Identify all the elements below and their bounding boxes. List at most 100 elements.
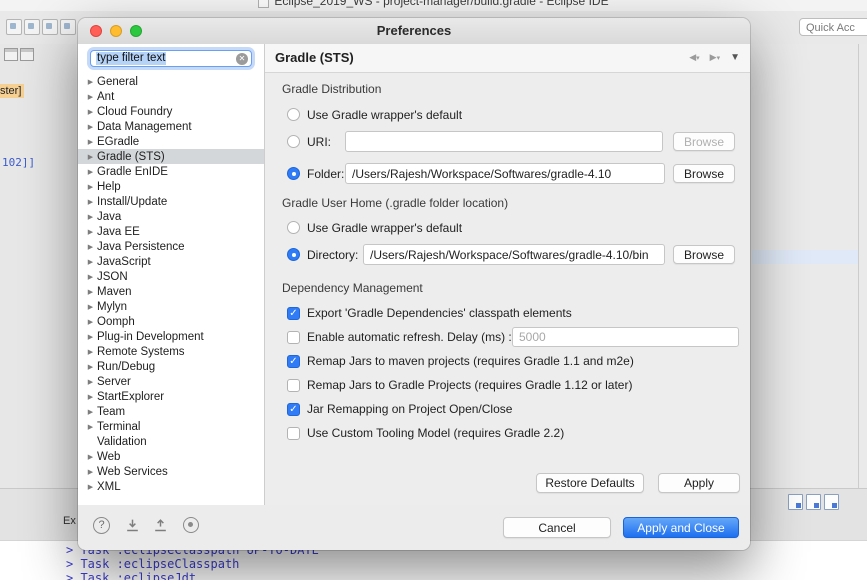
- tree-item-team[interactable]: ▶ Team: [78, 404, 264, 419]
- home-wrapper-default-radio[interactable]: [287, 221, 300, 234]
- expand-arrow-icon[interactable]: ▶: [85, 348, 96, 356]
- expand-arrow-icon[interactable]: ▶: [85, 333, 96, 341]
- checkbox[interactable]: [287, 378, 300, 392]
- tree-item-validation[interactable]: Validation: [78, 434, 264, 449]
- expand-arrow-icon[interactable]: ▶: [85, 468, 96, 476]
- maximize-view-icon[interactable]: [20, 48, 34, 61]
- tree-item-cloud-foundry[interactable]: ▶ Cloud Foundry: [78, 104, 264, 119]
- uri-radio[interactable]: [287, 135, 300, 148]
- checkbox[interactable]: [287, 330, 300, 344]
- tree-item-javascript[interactable]: ▶ JavaScript: [78, 254, 264, 269]
- filter-input[interactable]: type filter text ✕: [90, 50, 252, 67]
- preference-recorder-icon[interactable]: [183, 517, 199, 533]
- quick-access-box[interactable]: Quick Acc: [799, 18, 867, 36]
- tree-item-xml[interactable]: ▶ XML: [78, 479, 264, 494]
- expand-arrow-icon[interactable]: ▶: [85, 363, 96, 371]
- console-action-icon-3[interactable]: [824, 494, 839, 510]
- minimize-view-icon[interactable]: [4, 48, 18, 61]
- tree-item-java[interactable]: ▶ Java: [78, 209, 264, 224]
- back-arrow-icon[interactable]: ◀▾: [689, 52, 699, 64]
- checkbox[interactable]: ✓: [287, 402, 300, 416]
- apply-button[interactable]: Apply: [658, 473, 740, 493]
- tree-item-server[interactable]: ▶ Server: [78, 374, 264, 389]
- console-action-icon-2[interactable]: [806, 494, 821, 510]
- console-action-icon-1[interactable]: [788, 494, 803, 510]
- view-menu-icon[interactable]: ▼: [730, 53, 740, 63]
- tree-item-install-update[interactable]: ▶ Install/Update: [78, 194, 264, 209]
- dialog-titlebar[interactable]: Preferences: [78, 18, 750, 45]
- tree-item-web-services[interactable]: ▶ Web Services: [78, 464, 264, 479]
- cancel-button[interactable]: Cancel: [503, 517, 611, 538]
- preferences-sidebar: type filter text ✕ ▶ General ▶ Ant ▶ Cloud Fo…: [78, 44, 265, 505]
- directory-radio[interactable]: [287, 248, 300, 261]
- expand-arrow-icon[interactable]: ▶: [85, 453, 96, 461]
- expand-arrow-icon[interactable]: ▶: [85, 288, 96, 296]
- toolbar-icon[interactable]: [60, 19, 76, 35]
- tree-item-web[interactable]: ▶ Web: [78, 449, 264, 464]
- tree-item-general[interactable]: ▶ General: [78, 74, 264, 89]
- tree-item-mylyn[interactable]: ▶ Mylyn: [78, 299, 264, 314]
- checkbox[interactable]: ✓: [287, 354, 300, 368]
- tree-item-data-management[interactable]: ▶ Data Management: [78, 119, 264, 134]
- tree-item-java-persistence[interactable]: ▶ Java Persistence: [78, 239, 264, 254]
- expand-arrow-icon[interactable]: ▶: [85, 198, 96, 206]
- tree-item-egradle[interactable]: ▶ EGradle: [78, 134, 264, 149]
- clear-filter-icon[interactable]: ✕: [236, 53, 248, 65]
- expand-arrow-icon[interactable]: ▶: [85, 243, 96, 251]
- tree-item-help[interactable]: ▶ Help: [78, 179, 264, 194]
- refresh-delay-input[interactable]: [512, 327, 739, 347]
- toolbar-icon[interactable]: [42, 19, 58, 35]
- forward-arrow-icon[interactable]: ▶▾: [710, 52, 720, 64]
- toolbar-icon[interactable]: [6, 19, 22, 35]
- tree-item-startexplorer[interactable]: ▶ StartExplorer: [78, 389, 264, 404]
- expand-arrow-icon[interactable]: ▶: [85, 483, 96, 491]
- directory-input[interactable]: [363, 244, 665, 265]
- folder-browse-button[interactable]: Browse: [673, 164, 735, 183]
- expand-arrow-icon[interactable]: ▶: [85, 273, 96, 281]
- uri-input[interactable]: [345, 131, 663, 152]
- tree-item-gradle-sts[interactable]: ▶ Gradle (STS): [78, 149, 264, 164]
- checkbox[interactable]: ✓: [287, 306, 300, 320]
- tree-item-oomph[interactable]: ▶ Oomph: [78, 314, 264, 329]
- tree-item-json[interactable]: ▶ JSON: [78, 269, 264, 284]
- project-explorer-fragment[interactable]: ster]: [0, 84, 24, 98]
- uri-browse-button[interactable]: Browse: [673, 132, 735, 151]
- directory-browse-button[interactable]: Browse: [673, 245, 735, 264]
- tree-item-ant[interactable]: ▶ Ant: [78, 89, 264, 104]
- tree-item-run-debug[interactable]: ▶ Run/Debug: [78, 359, 264, 374]
- apply-and-close-button[interactable]: Apply and Close: [623, 517, 739, 538]
- expand-arrow-icon[interactable]: ▶: [85, 213, 96, 221]
- tree-item-remote-systems[interactable]: ▶ Remote Systems: [78, 344, 264, 359]
- expand-arrow-icon[interactable]: ▶: [85, 303, 96, 311]
- expand-arrow-icon[interactable]: ▶: [85, 423, 96, 431]
- expand-arrow-icon[interactable]: ▶: [85, 393, 96, 401]
- expand-arrow-icon[interactable]: ▶: [85, 183, 96, 191]
- expand-arrow-icon[interactable]: ▶: [85, 123, 96, 131]
- tree-item-java-ee[interactable]: ▶ Java EE: [78, 224, 264, 239]
- toolbar-icon[interactable]: [24, 19, 40, 35]
- expand-arrow-icon[interactable]: ▶: [85, 168, 96, 176]
- wrapper-default-radio[interactable]: [287, 108, 300, 121]
- expand-arrow-icon[interactable]: ▶: [85, 258, 96, 266]
- export-preferences-icon[interactable]: [152, 517, 169, 534]
- expand-arrow-icon[interactable]: ▶: [85, 408, 96, 416]
- expand-arrow-icon[interactable]: ▶: [85, 93, 96, 101]
- tree-item-terminal[interactable]: ▶ Terminal: [78, 419, 264, 434]
- expand-arrow-icon[interactable]: ▶: [85, 228, 96, 236]
- tree-item-plug-in-development[interactable]: ▶ Plug-in Development: [78, 329, 264, 344]
- folder-radio[interactable]: [287, 167, 300, 180]
- expand-arrow-icon[interactable]: ▶: [85, 153, 96, 161]
- import-preferences-icon[interactable]: [124, 517, 141, 534]
- filter-text[interactable]: type filter text: [96, 52, 167, 65]
- tree-item-gradle-enide[interactable]: ▶ Gradle EnIDE: [78, 164, 264, 179]
- restore-defaults-button[interactable]: Restore Defaults: [536, 473, 644, 493]
- expand-arrow-icon[interactable]: ▶: [85, 138, 96, 146]
- help-icon[interactable]: ?: [93, 517, 110, 534]
- tree-item-maven[interactable]: ▶ Maven: [78, 284, 264, 299]
- folder-input[interactable]: [345, 163, 665, 184]
- expand-arrow-icon[interactable]: ▶: [85, 378, 96, 386]
- expand-arrow-icon[interactable]: ▶: [85, 108, 96, 116]
- checkbox[interactable]: [287, 426, 300, 440]
- expand-arrow-icon[interactable]: ▶: [85, 78, 96, 86]
- expand-arrow-icon[interactable]: ▶: [85, 318, 96, 326]
